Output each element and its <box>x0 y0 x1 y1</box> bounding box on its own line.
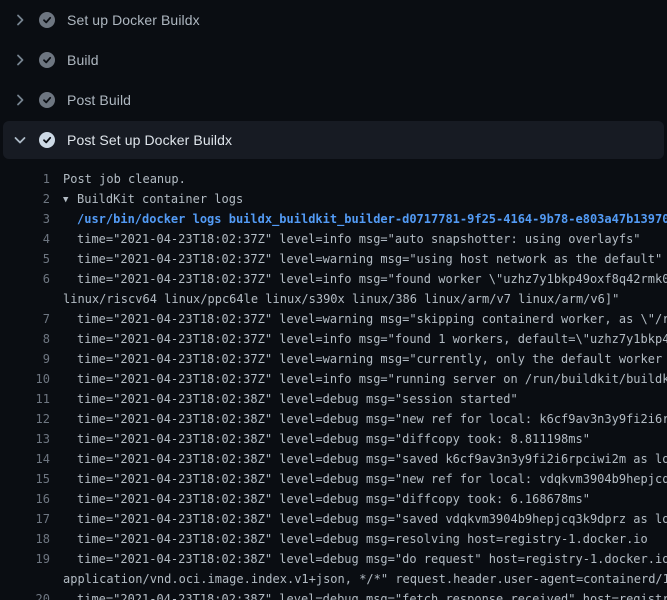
log-line-number[interactable]: 20 <box>0 589 50 600</box>
log-line: 3/usr/bin/docker logs buildx_buildkit_bu… <box>0 209 667 229</box>
success-check-icon <box>39 52 55 68</box>
log-line-number[interactable]: 12 <box>0 409 50 429</box>
log-line-number[interactable]: 3 <box>0 209 50 229</box>
log-line-number[interactable]: 11 <box>0 389 50 409</box>
log-group-toggle[interactable]: ▼BuildKit container logs <box>63 189 243 209</box>
success-check-icon <box>39 132 55 148</box>
log-text: time="2021-04-23T18:02:38Z" level=debug … <box>77 389 518 409</box>
step-header-set-up-docker-buildx[interactable]: Set up Docker Buildx <box>0 0 667 40</box>
log-text: Post job cleanup. <box>63 169 186 189</box>
log-line: 5 time="2021-04-23T18:02:37Z" level=warni… <box>0 249 667 269</box>
log-text: time="2021-04-23T18:02:37Z" level=warnin… <box>77 349 667 369</box>
log-line-number[interactable]: 9 <box>0 349 50 369</box>
log-text: time="2021-04-23T18:02:38Z" level=debug … <box>77 449 667 469</box>
log-line: 4 time="2021-04-23T18:02:37Z" level=info … <box>0 229 667 249</box>
chevron-right-icon <box>12 52 28 68</box>
triangle-down-icon: ▼ <box>63 190 77 209</box>
log-line: 17 time="2021-04-23T18:02:38Z" level=debu… <box>0 509 667 529</box>
log-line-number[interactable]: 7 <box>0 309 50 329</box>
log-line-number[interactable]: 14 <box>0 449 50 469</box>
log-text: time="2021-04-23T18:02:38Z" level=debug … <box>77 589 667 600</box>
log-line-number[interactable]: 18 <box>0 529 50 549</box>
log-line-number <box>0 569 50 589</box>
steps-list: Set up Docker Buildx Build Post Build Post … <box>0 0 667 159</box>
step-label: Post Set up Docker Buildx <box>67 132 232 148</box>
log-line: 15 time="2021-04-23T18:02:38Z" level=debu… <box>0 469 667 489</box>
step-label: Build <box>67 52 99 68</box>
log-line: 13 time="2021-04-23T18:02:38Z" level=debu… <box>0 429 667 449</box>
log-line-number <box>0 289 50 309</box>
log-line: 9 time="2021-04-23T18:02:37Z" level=warni… <box>0 349 667 369</box>
log-area: 1 Post job cleanup. 2 ▼BuildKit container l… <box>0 160 667 600</box>
log-line: 6 time="2021-04-23T18:02:37Z" level=info … <box>0 269 667 289</box>
success-check-icon <box>39 92 55 108</box>
log-line: 18 time="2021-04-23T18:02:38Z" level=debu… <box>0 529 667 549</box>
log-line-number[interactable]: 8 <box>0 329 50 349</box>
log-group-label: BuildKit container logs <box>77 192 243 206</box>
log-text: time="2021-04-23T18:02:38Z" level=debug … <box>77 509 667 529</box>
step-label: Post Build <box>67 92 131 108</box>
log-line: 1 Post job cleanup. <box>0 169 667 189</box>
step-header-post-set-up-docker-buildx[interactable]: Post Set up Docker Buildx <box>3 121 664 159</box>
log-text: time="2021-04-23T18:02:38Z" level=debug … <box>77 489 590 509</box>
chevron-right-icon <box>12 92 28 108</box>
step-header-post-build[interactable]: Post Build <box>0 80 667 120</box>
log-text: time="2021-04-23T18:02:38Z" level=debug … <box>77 409 667 429</box>
log-line: 7 time="2021-04-23T18:02:37Z" level=warni… <box>0 309 667 329</box>
step-label: Set up Docker Buildx <box>67 12 200 28</box>
log-line-number[interactable]: 17 <box>0 509 50 529</box>
success-check-icon <box>39 12 55 28</box>
step-header-build[interactable]: Build <box>0 40 667 80</box>
log-line: 10 time="2021-04-23T18:02:37Z" level=info… <box>0 369 667 389</box>
chevron-right-icon <box>12 12 28 28</box>
log-line: 11 time="2021-04-23T18:02:38Z" level=debu… <box>0 389 667 409</box>
log-line: 16 time="2021-04-23T18:02:38Z" level=debu… <box>0 489 667 509</box>
log-text: time="2021-04-23T18:02:37Z" level=info m… <box>77 329 667 349</box>
log-text: time="2021-04-23T18:02:37Z" level=info m… <box>77 229 641 249</box>
log-line-number[interactable]: 2 <box>0 189 50 209</box>
log-line-number[interactable]: 6 <box>0 269 50 289</box>
log-command-text: /usr/bin/docker logs buildx_buildkit_bui… <box>77 209 667 229</box>
log-line: 8 time="2021-04-23T18:02:37Z" level=info … <box>0 329 667 349</box>
log-line-number[interactable]: 1 <box>0 169 50 189</box>
log-line: 14 time="2021-04-23T18:02:38Z" level=debu… <box>0 449 667 469</box>
log-line-number[interactable]: 13 <box>0 429 50 449</box>
log-text: time="2021-04-23T18:02:37Z" level=info m… <box>77 269 667 289</box>
log-text: time="2021-04-23T18:02:37Z" level=warnin… <box>77 309 667 329</box>
chevron-down-icon <box>12 132 28 148</box>
log-line-number[interactable]: 16 <box>0 489 50 509</box>
log-line: 19 time="2021-04-23T18:02:38Z" level=debu… <box>0 549 667 569</box>
log-text: application/vnd.oci.image.index.v1+json,… <box>63 569 667 589</box>
log-line-number[interactable]: 15 <box>0 469 50 489</box>
log-text: time="2021-04-23T18:02:37Z" level=warnin… <box>77 249 662 269</box>
log-text: time="2021-04-23T18:02:37Z" level=info m… <box>77 369 667 389</box>
log-text: time="2021-04-23T18:02:38Z" level=debug … <box>77 469 667 489</box>
log-text: linux/riscv64 linux/ppc64le linux/s390x … <box>63 289 619 309</box>
log-line: 12 time="2021-04-23T18:02:38Z" level=debu… <box>0 409 667 429</box>
log-text: time="2021-04-23T18:02:38Z" level=debug … <box>77 549 667 569</box>
log-line-number[interactable]: 19 <box>0 549 50 569</box>
log-line-number[interactable]: 5 <box>0 249 50 269</box>
log-line-continuation: application/vnd.oci.image.index.v1+json,… <box>0 569 667 589</box>
log-line-number[interactable]: 10 <box>0 369 50 389</box>
log-line: 2 ▼BuildKit container logs <box>0 189 667 209</box>
log-text: time="2021-04-23T18:02:38Z" level=debug … <box>77 529 648 549</box>
log-line-continuation: linux/riscv64 linux/ppc64le linux/s390x … <box>0 289 667 309</box>
log-line: 20 time="2021-04-23T18:02:38Z" level=debu… <box>0 589 667 600</box>
log-text: time="2021-04-23T18:02:38Z" level=debug … <box>77 429 590 449</box>
log-line-number[interactable]: 4 <box>0 229 50 249</box>
